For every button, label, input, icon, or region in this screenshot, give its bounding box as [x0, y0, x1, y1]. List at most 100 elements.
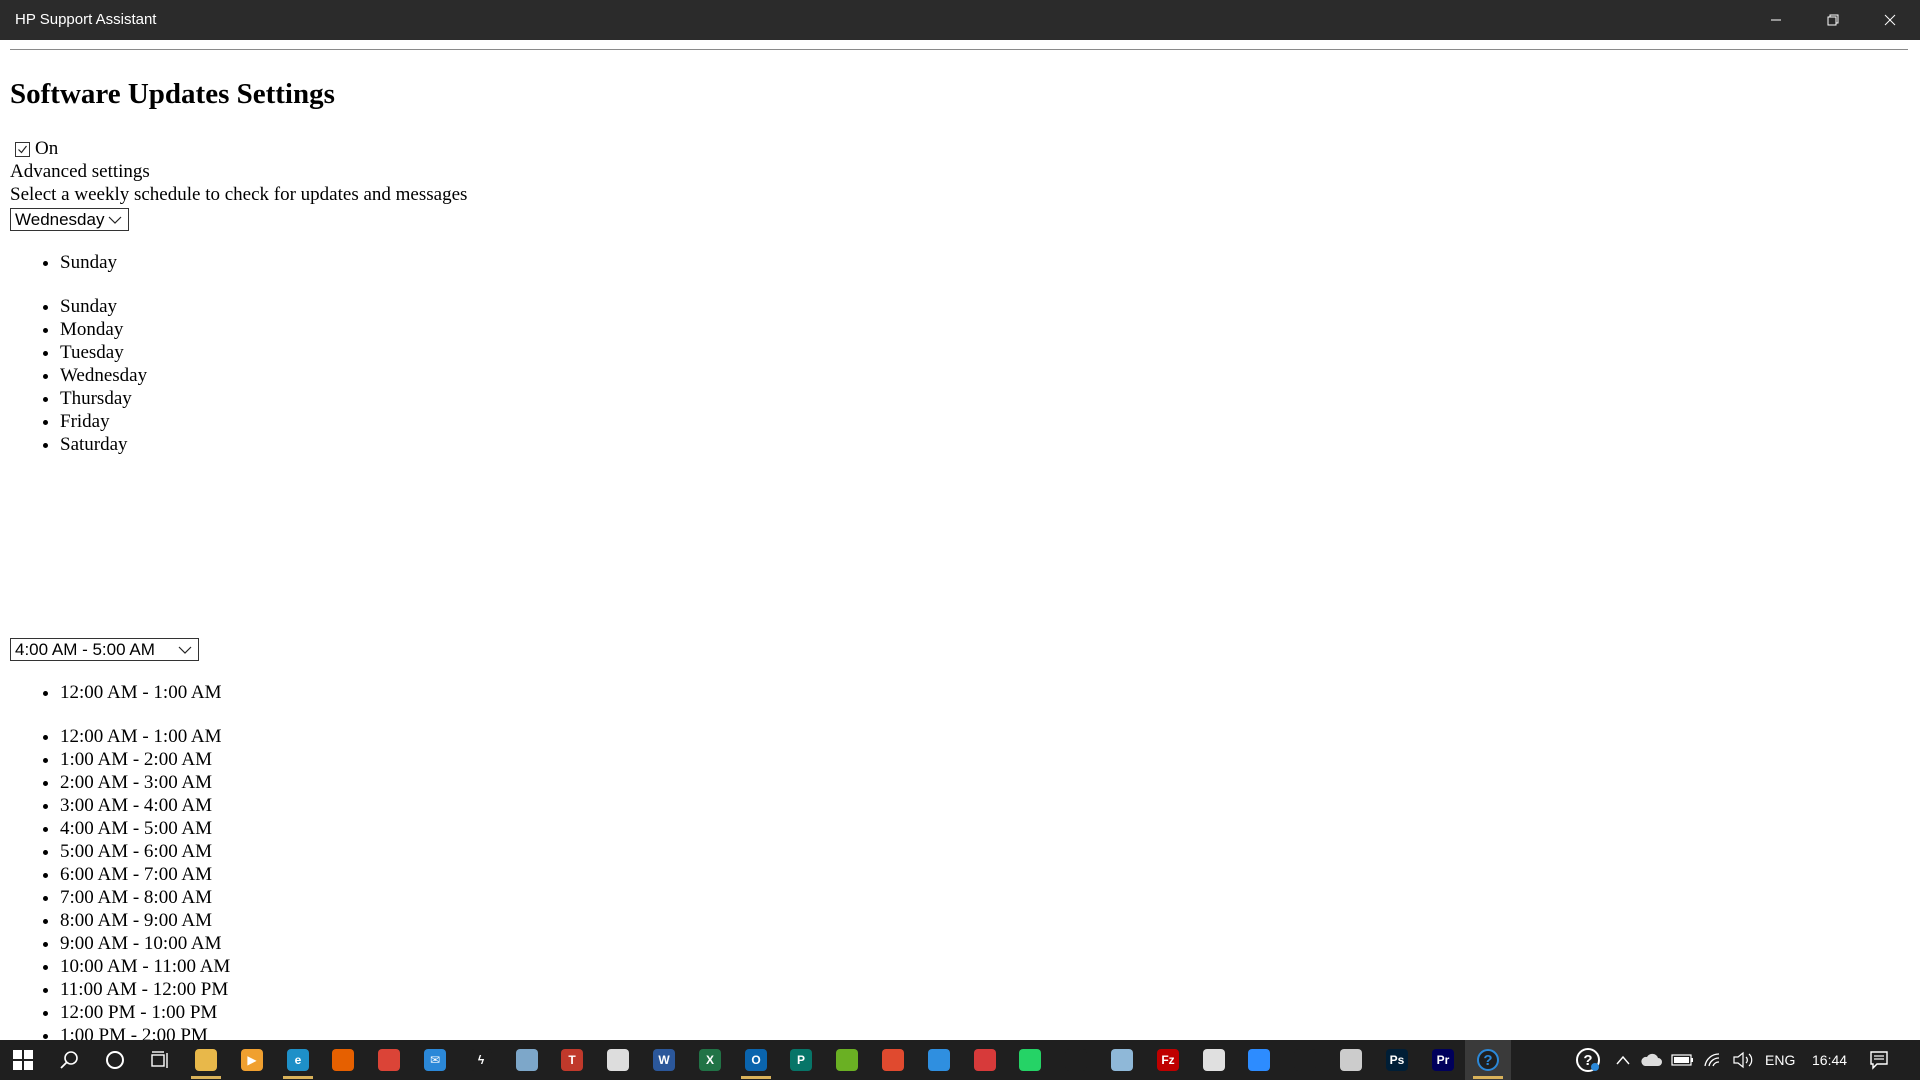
- store-icon: [607, 1049, 629, 1071]
- taskbar: ▶ e ✉ ϟ T W X O P Fz Ps Pr? ? ENG 16:44: [0, 1040, 1920, 1080]
- media-player-icon: ▶: [241, 1049, 263, 1071]
- cortana-taskbar-button[interactable]: [1053, 1040, 1099, 1080]
- tally-icon: T: [561, 1049, 583, 1071]
- zoom-taskbar-button[interactable]: [1236, 1040, 1282, 1080]
- search-button[interactable]: [46, 1040, 92, 1080]
- notification-icon: [1870, 1051, 1888, 1070]
- time-option[interactable]: 8:00 AM - 9:00 AM: [60, 909, 230, 932]
- day-option-friday[interactable]: Friday: [60, 410, 147, 433]
- time-option[interactable]: 3:00 AM - 4:00 AM: [60, 794, 230, 817]
- time-option[interactable]: 1:00 AM - 2:00 AM: [60, 748, 230, 771]
- blue-document-taskbar-button[interactable]: [916, 1040, 962, 1080]
- outlook-taskbar-button[interactable]: O: [733, 1040, 779, 1080]
- restore-button[interactable]: [1805, 0, 1861, 40]
- filezilla-taskbar-button[interactable]: Fz: [1145, 1040, 1191, 1080]
- language-indicator[interactable]: ENG: [1765, 1052, 1795, 1068]
- speaker-icon: [1733, 1051, 1753, 1069]
- clock[interactable]: 16:44: [1812, 1052, 1847, 1068]
- time-option[interactable]: 12:00 AM - 1:00 AM: [60, 725, 230, 748]
- documents-taskbar-button[interactable]: [504, 1040, 550, 1080]
- publisher-taskbar-button[interactable]: P: [778, 1040, 824, 1080]
- time-options-list: 12:00 AM - 1:00 AM 1:00 AM - 2:00 AM 2:0…: [60, 725, 230, 1040]
- file-explorer-icon: [195, 1049, 217, 1071]
- settings-content: Software Updates Settings On Advanced se…: [0, 40, 1920, 1040]
- day-options-list: Sunday Monday Tuesday Wednesday Thursday…: [60, 295, 147, 456]
- vscode-taskbar-button[interactable]: [1282, 1040, 1328, 1080]
- file-explorer-taskbar-button[interactable]: [183, 1040, 229, 1080]
- time-option[interactable]: 12:00 PM - 1:00 PM: [60, 1001, 230, 1024]
- action-center-button[interactable]: [1856, 1040, 1902, 1080]
- cortana-icon: [1065, 1049, 1087, 1071]
- time-select-value: 4:00 AM - 5:00 AM: [15, 639, 155, 659]
- photoshop-taskbar-button[interactable]: Ps: [1374, 1040, 1420, 1080]
- notes-taskbar-button[interactable]: [1099, 1040, 1145, 1080]
- outlook-icon: O: [745, 1049, 767, 1071]
- chrome-taskbar-button[interactable]: [366, 1040, 412, 1080]
- time-option[interactable]: 9:00 AM - 10:00 AM: [60, 932, 230, 955]
- help-icon: ?: [1576, 1048, 1600, 1072]
- time-option[interactable]: 5:00 AM - 6:00 AM: [60, 840, 230, 863]
- paint-taskbar-button[interactable]: [1191, 1040, 1237, 1080]
- red-app-taskbar-button[interactable]: [870, 1040, 916, 1080]
- cloud-icon: [1641, 1053, 1662, 1066]
- time-option[interactable]: 2:00 AM - 3:00 AM: [60, 771, 230, 794]
- blue-document-icon: [928, 1049, 950, 1071]
- day-select[interactable]: Wednesday: [10, 208, 129, 231]
- time-option[interactable]: 4:00 AM - 5:00 AM: [60, 817, 230, 840]
- time-option[interactable]: 10:00 AM - 11:00 AM: [60, 955, 230, 978]
- tally-taskbar-button[interactable]: T: [549, 1040, 595, 1080]
- time-option[interactable]: 1:00 PM - 2:00 PM: [60, 1024, 230, 1040]
- power-automate-icon: ϟ: [470, 1049, 492, 1071]
- day-option-wednesday[interactable]: Wednesday: [60, 364, 147, 387]
- hp-support-taskbar-button[interactable]: ?: [1465, 1040, 1511, 1080]
- photoshop-icon: Ps: [1386, 1049, 1408, 1071]
- close-button[interactable]: [1862, 0, 1918, 40]
- time-select[interactable]: 4:00 AM - 5:00 AM: [10, 638, 199, 661]
- volume-button[interactable]: [1720, 1040, 1766, 1080]
- day-option-sunday[interactable]: Sunday: [60, 295, 147, 318]
- time-option[interactable]: 6:00 AM - 7:00 AM: [60, 863, 230, 886]
- green-app-taskbar-button[interactable]: [824, 1040, 870, 1080]
- sticky-notes-taskbar-button[interactable]: [1328, 1040, 1374, 1080]
- list-item[interactable]: 12:00 AM - 1:00 AM: [60, 681, 222, 704]
- page-title: Software Updates Settings: [10, 78, 335, 110]
- premiere-taskbar-button[interactable]: Pr: [1420, 1040, 1466, 1080]
- day-option-monday[interactable]: Monday: [60, 318, 147, 341]
- firefox-taskbar-button[interactable]: [320, 1040, 366, 1080]
- day-option-thursday[interactable]: Thursday: [60, 387, 147, 410]
- time-option[interactable]: 7:00 AM - 8:00 AM: [60, 886, 230, 909]
- publisher-icon: P: [790, 1049, 812, 1071]
- power-automate-taskbar-button[interactable]: ϟ: [458, 1040, 504, 1080]
- paint-icon: [1203, 1049, 1225, 1071]
- task-view-button[interactable]: [138, 1040, 184, 1080]
- edge-browser-icon: e: [287, 1049, 309, 1071]
- updates-toggle-row[interactable]: On: [10, 138, 58, 160]
- filezilla-icon: Fz: [1157, 1049, 1179, 1071]
- updates-on-checkbox[interactable]: [15, 141, 30, 157]
- media-player-taskbar-button[interactable]: ▶: [229, 1040, 275, 1080]
- windows-logo-icon: [13, 1050, 33, 1070]
- time-option[interactable]: 11:00 AM - 12:00 PM: [60, 978, 230, 1001]
- time-selected-list: 12:00 AM - 1:00 AM: [60, 681, 222, 704]
- whatsapp-taskbar-button[interactable]: [1007, 1040, 1053, 1080]
- minimize-icon: [1771, 19, 1781, 21]
- mail-taskbar-button[interactable]: ✉: [412, 1040, 458, 1080]
- word-taskbar-button[interactable]: W: [641, 1040, 687, 1080]
- anydesk-taskbar-button[interactable]: [962, 1040, 1008, 1080]
- cortana-button[interactable]: [92, 1040, 138, 1080]
- minimize-button[interactable]: [1748, 0, 1804, 40]
- list-item[interactable]: Sunday: [60, 251, 117, 274]
- start-button[interactable]: [0, 1040, 46, 1080]
- cortana-circle-icon: [106, 1051, 124, 1069]
- premiere-icon: Pr: [1432, 1049, 1454, 1071]
- chevron-down-icon: [108, 216, 122, 224]
- day-option-saturday[interactable]: Saturday: [60, 433, 147, 456]
- advanced-settings-label: Advanced settings: [10, 161, 150, 182]
- store-taskbar-button[interactable]: [595, 1040, 641, 1080]
- edge-browser-taskbar-button[interactable]: e: [275, 1040, 321, 1080]
- day-selected-list: Sunday: [60, 251, 117, 274]
- excel-taskbar-button[interactable]: X: [687, 1040, 733, 1080]
- day-option-tuesday[interactable]: Tuesday: [60, 341, 147, 364]
- mail-icon: ✉: [424, 1049, 446, 1071]
- checkmark-icon: [18, 145, 27, 153]
